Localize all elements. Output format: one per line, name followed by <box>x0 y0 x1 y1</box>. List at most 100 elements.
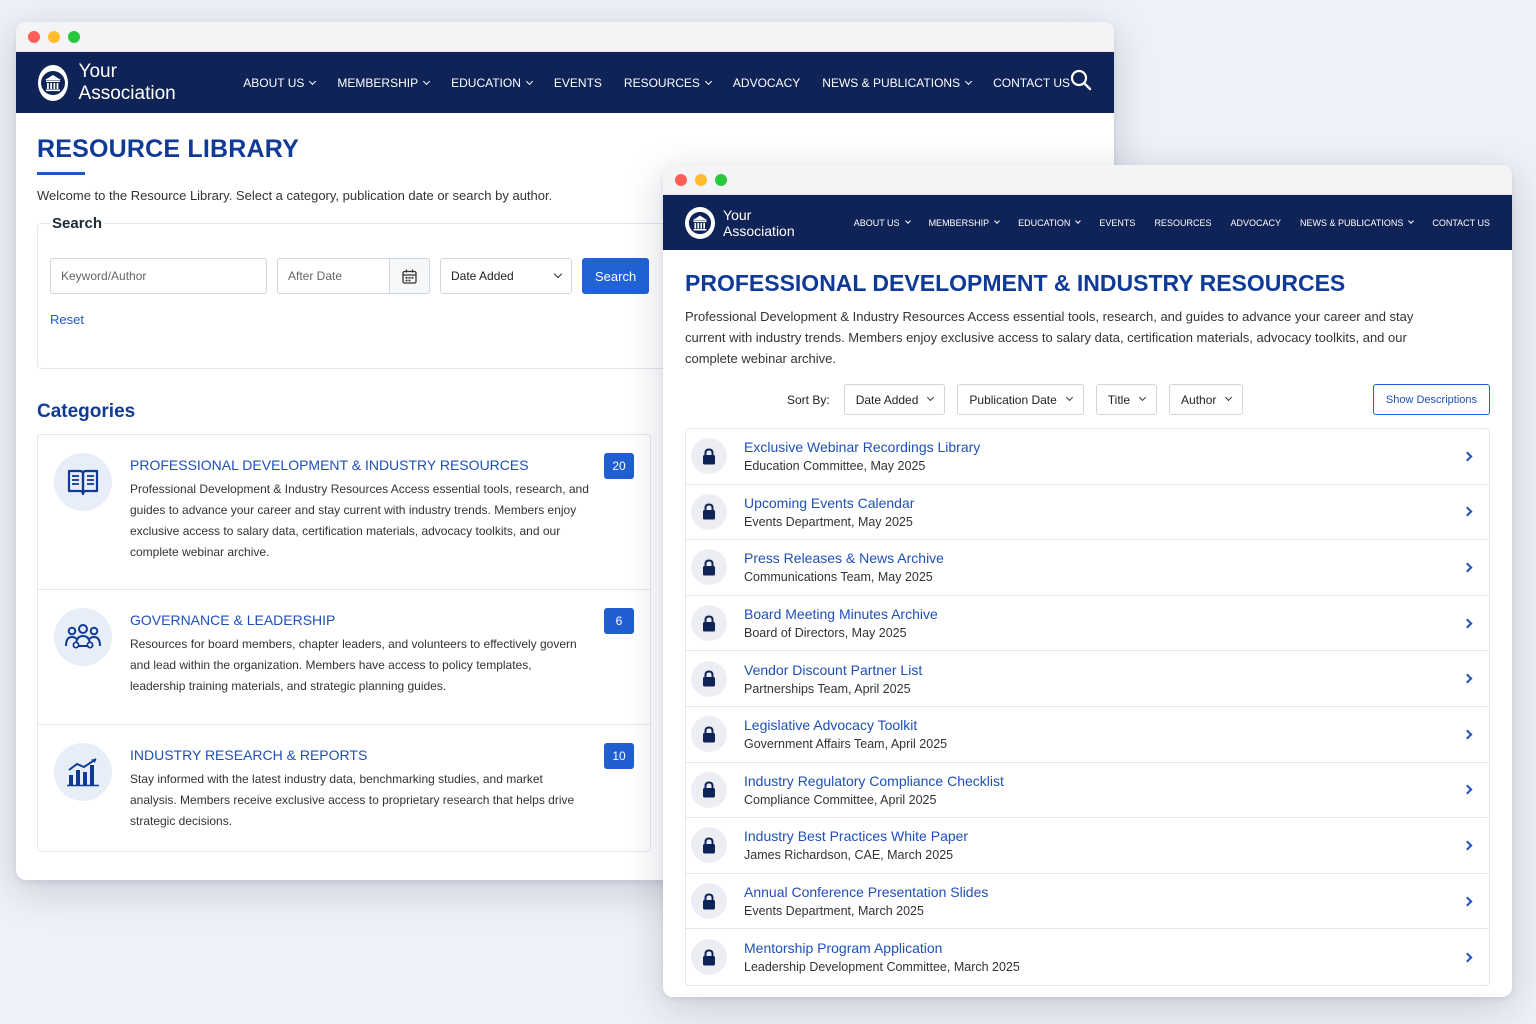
resource-row[interactable]: Board Meeting Minutes Archive Board of Di… <box>686 596 1489 652</box>
resource-title[interactable]: Exclusive Webinar Recordings Library <box>744 439 980 455</box>
show-descriptions-button[interactable]: Show Descriptions <box>1372 384 1490 415</box>
lock-icon <box>691 438 727 475</box>
resource-row[interactable]: Upcoming Events Calendar Events Departmen… <box>686 485 1489 541</box>
page-title: RESOURCE LIBRARY <box>37 135 300 163</box>
sort-option-label: Title <box>1107 392 1131 407</box>
chevron-right-icon[interactable] <box>1462 896 1473 906</box>
nav-item-events[interactable]: EVENTS <box>554 76 602 90</box>
nav-item-label: NEWS & PUBLICATIONS <box>822 75 961 90</box>
resource-title[interactable]: Upcoming Events Calendar <box>744 495 914 511</box>
sort-select-value: Date Added <box>451 269 514 283</box>
nav-item-advocacy[interactable]: ADVOCACY <box>733 76 800 90</box>
chevron-right-icon[interactable] <box>1462 952 1473 963</box>
maximize-window-button[interactable] <box>715 173 727 186</box>
sort-option-label: Author <box>1181 392 1217 407</box>
resource-meta: Events Department, March 2025 <box>744 904 924 919</box>
resource-row[interactable]: Vendor Discount Partner List Partnerships… <box>686 651 1489 707</box>
resource-title[interactable]: Board Meeting Minutes Archive <box>744 606 938 622</box>
chevron-down-icon <box>904 218 911 224</box>
chevron-right-icon[interactable] <box>1462 784 1473 795</box>
minimize-window-button[interactable] <box>48 30 60 43</box>
resource-row[interactable]: Press Releases & News Archive Communicati… <box>686 540 1489 596</box>
chevron-right-icon[interactable] <box>1462 840 1473 851</box>
chevron-down-icon <box>1138 393 1147 402</box>
resource-meta: Education Committee, May 2025 <box>744 459 926 474</box>
chevron-right-icon[interactable] <box>1462 729 1473 740</box>
chevron-down-icon <box>1065 393 1073 402</box>
lock-icon <box>691 716 727 753</box>
nav-item-label: MEMBERSHIP <box>928 217 990 228</box>
nav-item-advocacy[interactable]: ADVOCACY <box>1230 218 1281 228</box>
resource-row[interactable]: Mentorship Program Application Leadership… <box>686 929 1489 985</box>
resource-title[interactable]: Industry Best Practices White Paper <box>744 828 968 844</box>
nav-item-label: EDUCATION <box>1018 217 1071 228</box>
category-item[interactable]: INDUSTRY RESEARCH & REPORTS Stay informed… <box>38 725 650 851</box>
sort-select[interactable]: Date Added <box>440 258 572 294</box>
nav-item-contact-us[interactable]: CONTACT US <box>1432 218 1490 228</box>
resource-meta: Events Department, May 2025 <box>744 514 913 529</box>
nav-item-news-publications[interactable]: NEWS & PUBLICATIONS <box>1299 217 1415 228</box>
resource-row[interactable]: Exclusive Webinar Recordings Library Educ… <box>686 429 1489 485</box>
search-button[interactable]: Search <box>582 258 650 294</box>
nav-item-membership[interactable]: MEMBERSHIP <box>337 76 431 90</box>
resource-meta: Government Affairs Team, April 2025 <box>744 737 948 752</box>
category-description: Resources for board members, chapter lea… <box>130 637 577 693</box>
resource-title[interactable]: Mentorship Program Application <box>744 940 1020 956</box>
sort-option-date-added[interactable]: Date Added <box>843 384 946 415</box>
resource-title[interactable]: Annual Conference Presentation Slides <box>744 884 988 900</box>
category-description: Stay informed with the latest industry d… <box>130 772 575 828</box>
category-detail-window: Your Association ABOUT US MEMBERSHIP EDUCA… <box>663 165 1512 997</box>
nav-item-contact-us[interactable]: CONTACT US <box>993 76 1070 90</box>
nav-item-events[interactable]: EVENTS <box>1099 218 1135 228</box>
nav-item-label: NEWS & PUBLICATIONS <box>1299 217 1404 228</box>
brand[interactable]: Your Association <box>685 206 820 239</box>
resource-title[interactable]: Press Releases & News Archive <box>744 550 944 566</box>
resource-title[interactable]: Legislative Advocacy Toolkit <box>744 717 947 733</box>
chevron-right-icon[interactable] <box>1462 451 1473 462</box>
search-icon[interactable] <box>1070 69 1092 96</box>
nav-item-resources[interactable]: RESOURCES <box>1154 218 1211 228</box>
minimize-window-button[interactable] <box>695 173 707 186</box>
lock-icon <box>691 549 727 586</box>
keyword-author-input[interactable]: Keyword/Author <box>50 258 267 294</box>
lock-icon <box>691 660 727 697</box>
sort-option-author[interactable]: Author <box>1169 384 1244 415</box>
bar-chart-icon <box>54 743 112 801</box>
nav-item-label: CONTACT US <box>1432 217 1490 228</box>
maximize-window-button[interactable] <box>68 30 80 43</box>
reset-link[interactable]: Reset <box>50 312 84 327</box>
resource-row[interactable]: Industry Regulatory Compliance Checklist… <box>686 763 1489 819</box>
resource-title[interactable]: Industry Regulatory Compliance Checklist <box>744 773 1004 789</box>
nav-item-about-us[interactable]: ABOUT US <box>243 76 317 90</box>
nav-item-news-publications[interactable]: NEWS & PUBLICATIONS <box>822 75 973 90</box>
category-name[interactable]: PROFESSIONAL DEVELOPMENT & INDUSTRY RESO… <box>130 457 590 473</box>
after-date-input[interactable]: After Date <box>277 258 390 294</box>
resource-row[interactable]: Legislative Advocacy Toolkit Government A… <box>686 707 1489 763</box>
sort-option-title[interactable]: Title <box>1095 384 1158 415</box>
brand[interactable]: Your Association <box>38 61 193 105</box>
nav-item-label: RESOURCES <box>1154 217 1212 228</box>
resource-title[interactable]: Vendor Discount Partner List <box>744 662 922 678</box>
category-name[interactable]: INDUSTRY RESEARCH & REPORTS <box>130 747 590 763</box>
people-group-icon <box>54 608 112 666</box>
chevron-right-icon[interactable] <box>1462 618 1473 629</box>
category-item[interactable]: PROFESSIONAL DEVELOPMENT & INDUSTRY RESO… <box>38 435 650 590</box>
close-window-button[interactable] <box>28 30 40 43</box>
resource-row[interactable]: Industry Best Practices White Paper James… <box>686 818 1489 874</box>
nav-item-education[interactable]: EDUCATION <box>1018 217 1082 228</box>
chevron-right-icon[interactable] <box>1462 562 1473 573</box>
nav-item-resources[interactable]: RESOURCES <box>624 76 712 90</box>
sort-option-publication-date[interactable]: Publication Date <box>957 384 1084 415</box>
nav-item-membership[interactable]: MEMBERSHIP <box>929 218 1000 228</box>
category-item[interactable]: GOVERNANCE & LEADERSHIP Resources for boa… <box>38 590 650 725</box>
search-legend: Search <box>50 215 105 232</box>
resource-row[interactable]: Annual Conference Presentation Slides Eve… <box>686 874 1489 930</box>
chevron-right-icon[interactable] <box>1462 673 1473 684</box>
category-name[interactable]: GOVERNANCE & LEADERSHIP <box>130 612 590 628</box>
nav-item-about-us[interactable]: ABOUT US <box>854 218 911 228</box>
resource-meta: Leadership Development Committee, March … <box>744 960 1020 975</box>
nav-item-education[interactable]: EDUCATION <box>451 76 533 90</box>
calendar-icon[interactable] <box>390 258 430 294</box>
close-window-button[interactable] <box>675 173 687 186</box>
chevron-right-icon[interactable] <box>1462 506 1473 517</box>
